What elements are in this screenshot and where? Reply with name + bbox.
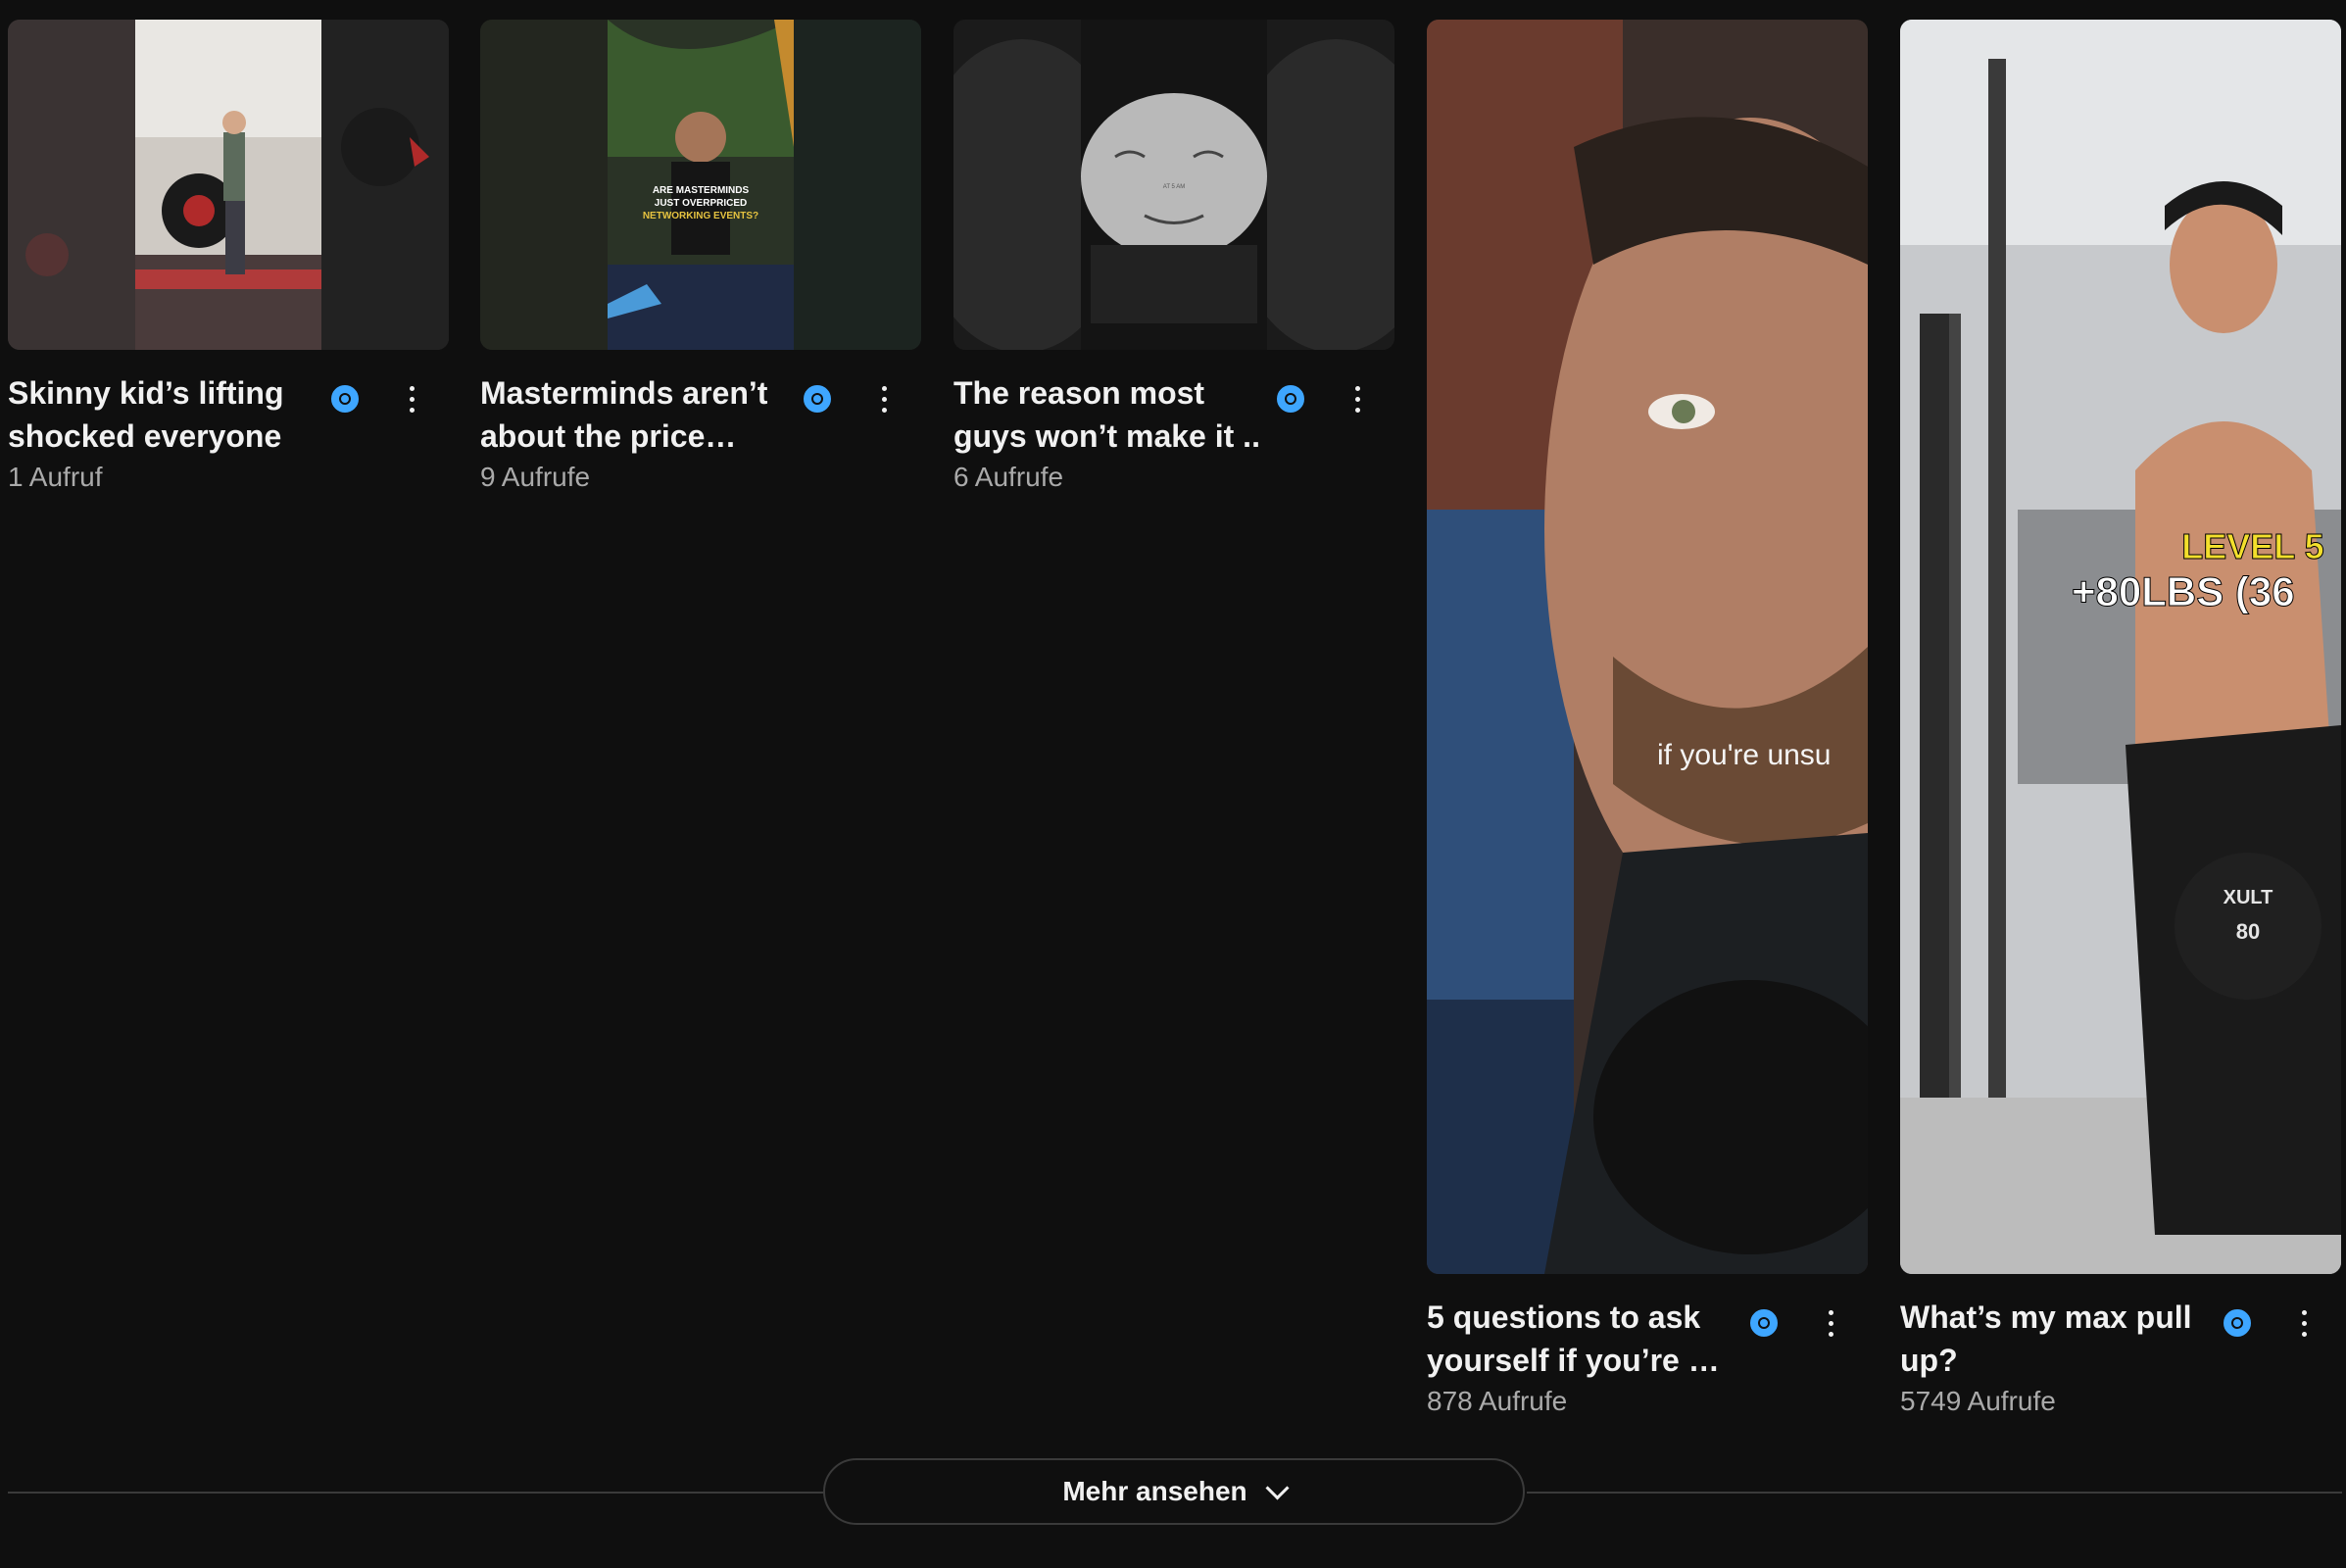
gym-deadlift-thumbnail[interactable] [8,20,449,350]
thumb-overlay-text: JUST OVERPRICED [655,198,747,209]
video-title[interactable]: Masterminds aren’t about the price tag… [480,371,789,458]
chevron-down-icon [1265,1475,1290,1500]
dot-icon [1354,396,1360,402]
video-title[interactable]: The reason most guys won’t make it .. [953,371,1262,458]
dot-icon [409,407,415,413]
short-card[interactable]: ARE MASTERMINDS JUST OVERPRICED NETWORKI… [480,20,921,509]
view-count: 5749 Aufrufe [1900,1386,2056,1416]
dot-icon [1354,385,1360,391]
live-indicator-icon [331,385,359,413]
show-more-button[interactable]: Mehr ansehen [823,1458,1525,1525]
shorts-shelf: Skinny kid’s lifting shocked everyone 1 … [0,0,2346,1568]
thumb-overlay-text: LEVEL 5 [2181,526,2323,566]
short-card[interactable]: XULT 80 LEVEL 5 +80LBS (36 What’s my max… [1900,20,2341,1433]
divider [8,1492,823,1494]
show-more-label: Mehr ansehen [1062,1476,1247,1506]
more-options-button[interactable] [392,379,431,418]
dot-icon [1828,1309,1833,1315]
podcast-guest-thumbnail[interactable]: ARE MASTERMINDS JUST OVERPRICED NETWORKI… [480,20,921,350]
short-card[interactable]: AT 5 AM The reason most guys won’t make … [953,20,1394,509]
thumb-overlay-text: +80LBS (36 [2072,568,2295,614]
short-card[interactable]: if you're unsu 5 questions to ask yourse… [1427,20,1868,1433]
live-indicator-icon [804,385,831,413]
view-count: 1 Aufruf [8,462,103,492]
short-card[interactable]: Skinny kid’s lifting shocked everyone 1 … [8,20,449,509]
dot-icon [1828,1331,1833,1337]
pullup-weight-thumbnail[interactable]: XULT 80 LEVEL 5 +80LBS (36 [1900,20,2341,1274]
dot-icon [2301,1331,2307,1337]
view-count: 9 Aufrufe [480,462,591,492]
video-title[interactable]: What’s my max pull up? [1900,1296,2209,1382]
more-options-button[interactable] [1811,1303,1850,1343]
dot-icon [881,385,887,391]
live-indicator-icon [1750,1309,1778,1337]
thumb-overlay-text: NETWORKING EVENTS? [643,211,758,221]
view-count: 6 Aufrufe [953,462,1064,492]
video-title[interactable]: 5 questions to ask yourself if you’re … [1427,1296,1735,1382]
divider [1527,1492,2342,1494]
more-options-button[interactable] [1338,379,1377,418]
man-closeup-thumbnail[interactable]: if you're unsu [1427,20,1868,1274]
live-indicator-icon [1277,385,1304,413]
dot-icon [409,396,415,402]
more-options-button[interactable] [864,379,904,418]
dot-icon [409,385,415,391]
more-options-button[interactable] [2284,1303,2323,1343]
thumb-overlay-text: ARE MASTERMINDS [653,185,750,196]
dot-icon [2301,1309,2307,1315]
dot-icon [1354,407,1360,413]
meme-face-thumbnail[interactable]: AT 5 AM [953,20,1394,350]
thumb-overlay-text: AT 5 AM [1163,184,1185,190]
dot-icon [1828,1320,1833,1326]
dot-icon [881,396,887,402]
dot-icon [881,407,887,413]
video-title[interactable]: Skinny kid’s lifting shocked everyone [8,371,317,458]
thumb-overlay-text: XULT [2224,887,2273,908]
view-count: 878 Aufrufe [1427,1386,1568,1416]
dot-icon [2301,1320,2307,1326]
live-indicator-icon [2224,1309,2251,1337]
thumb-overlay-text: if you're unsu [1657,739,1832,771]
thumb-overlay-text: 80 [2236,919,2260,944]
